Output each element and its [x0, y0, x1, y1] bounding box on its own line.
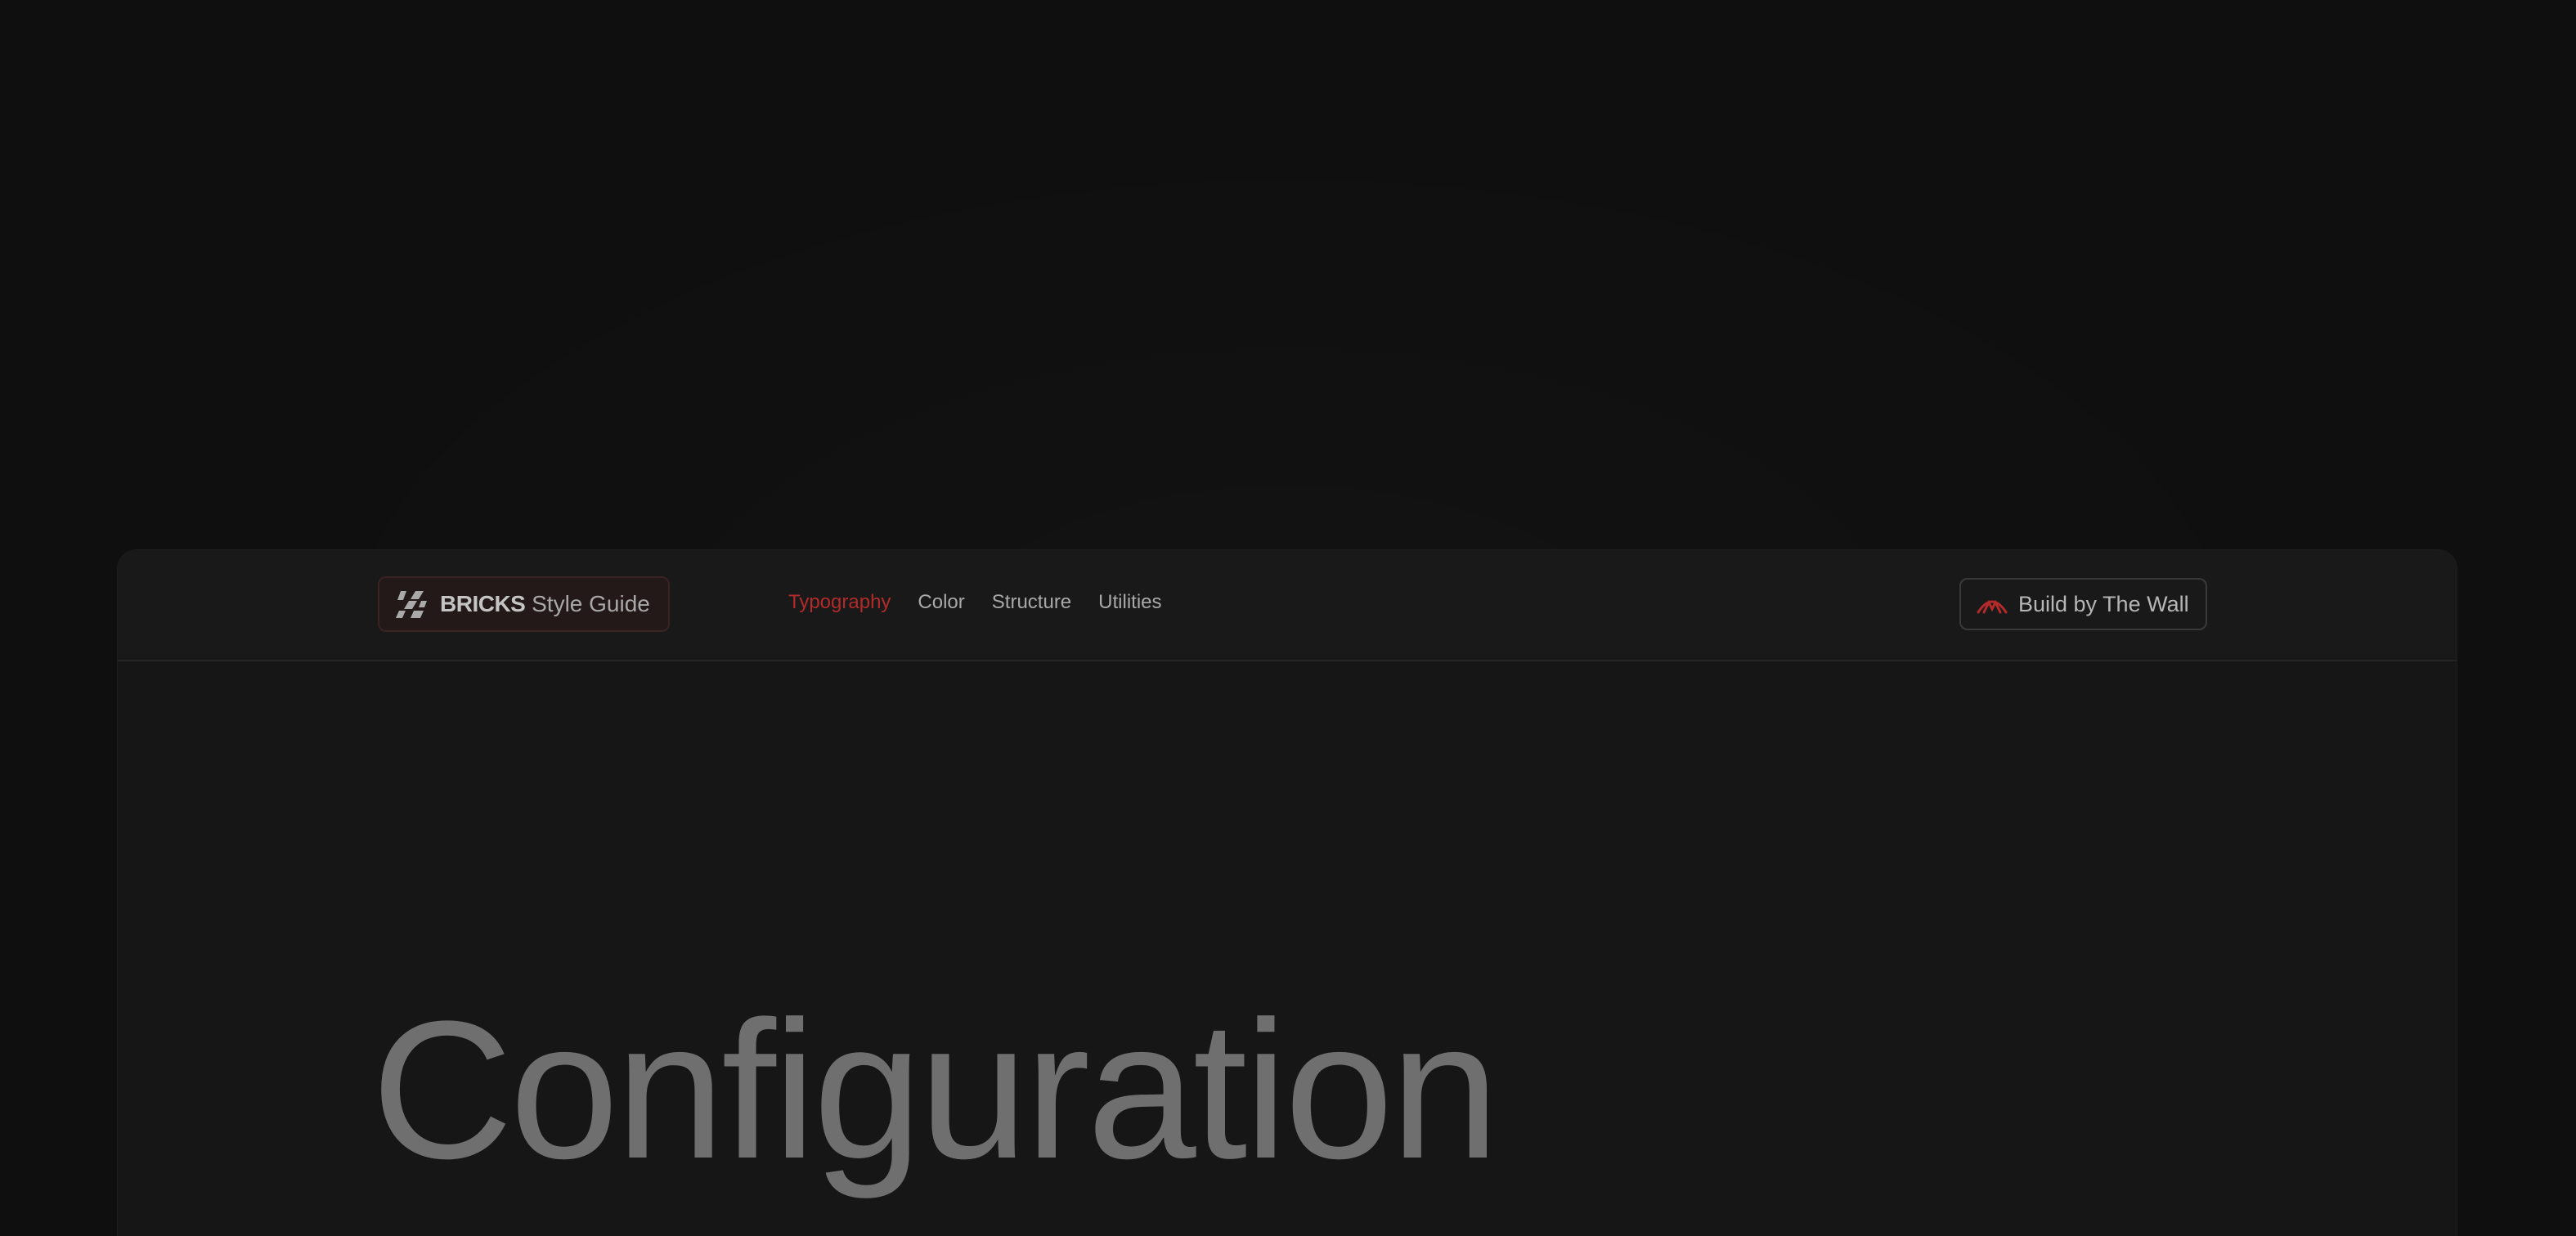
cta-label: Build by The Wall: [2018, 591, 2189, 616]
build-by-the-wall-button[interactable]: Build by The Wall: [1959, 578, 2207, 630]
brand-name-bold: BRICKS: [440, 591, 526, 616]
nav-link-color[interactable]: Color: [918, 591, 964, 614]
brand-home-link[interactable]: BRICKS Style Guide: [378, 576, 670, 632]
primary-nav: Typography Color Structure Utilities: [788, 591, 1162, 614]
wall-logo-icon: [1976, 593, 2008, 616]
brand-name: BRICKS Style Guide: [440, 591, 650, 617]
top-navbar: BRICKS Style Guide Typography Color Stru…: [118, 550, 2457, 661]
bricks-logo-icon: [396, 588, 429, 620]
nav-link-structure[interactable]: Structure: [992, 591, 1071, 614]
hero-title: Configuration: [371, 980, 1500, 1199]
nav-link-utilities[interactable]: Utilities: [1098, 591, 1161, 614]
brand-name-light: Style Guide: [532, 591, 650, 616]
page: BRICKS Style Guide Typography Color Stru…: [0, 0, 2576, 1236]
nav-link-typography[interactable]: Typography: [788, 591, 891, 614]
style-guide-panel: BRICKS Style Guide Typography Color Stru…: [117, 549, 2457, 1236]
